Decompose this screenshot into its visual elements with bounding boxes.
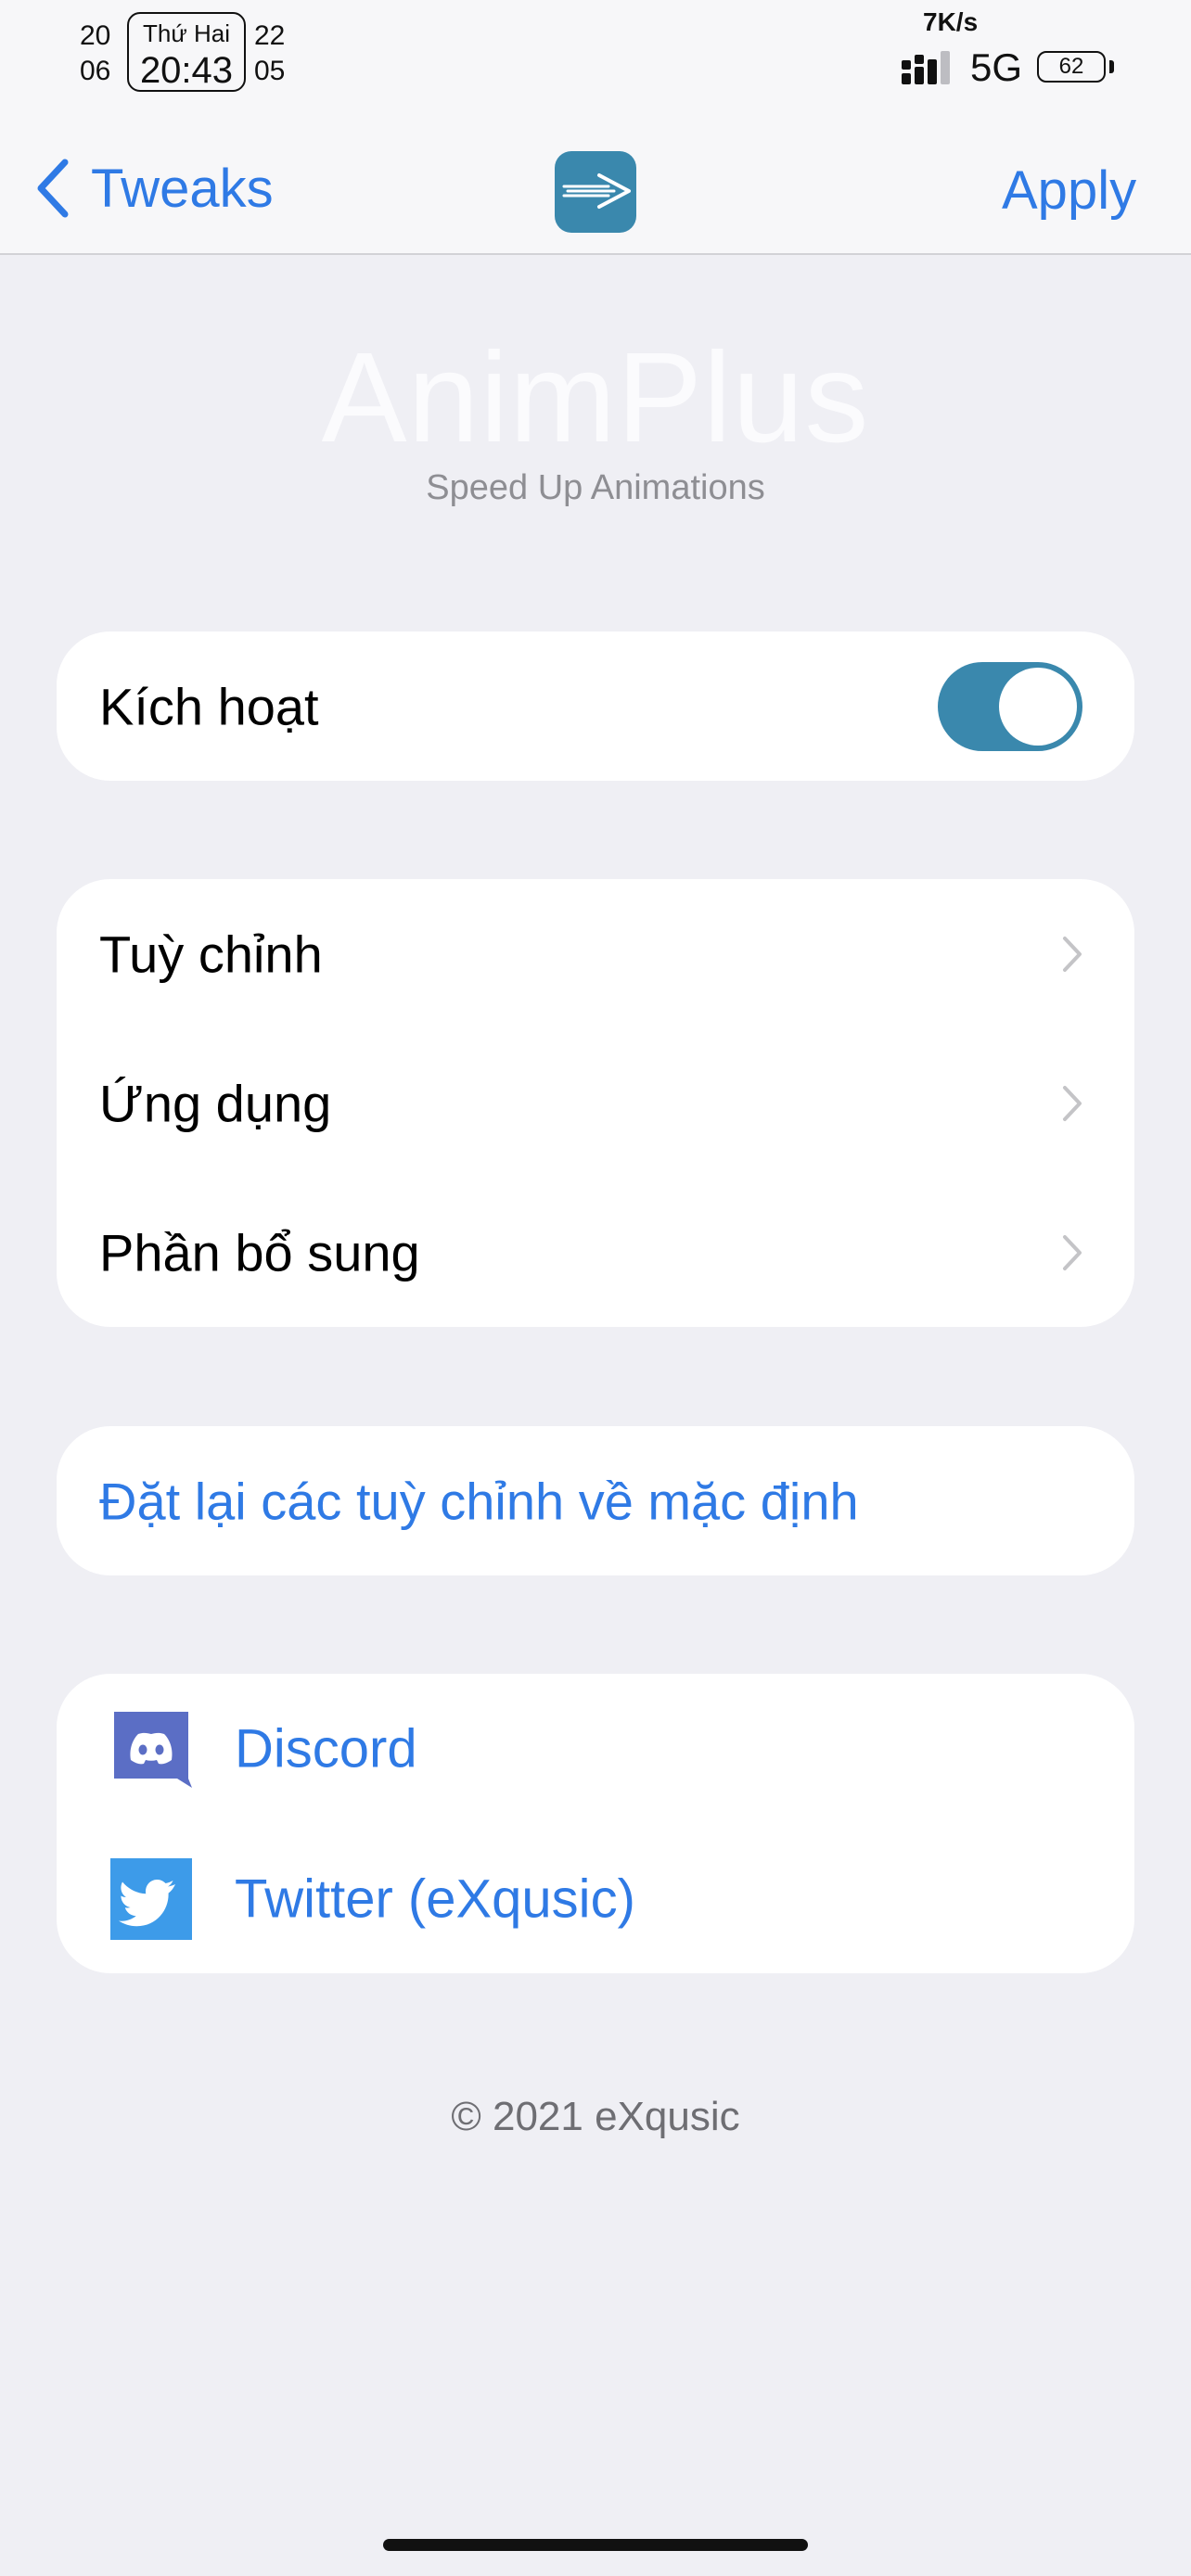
menu-card: Tuỳ chỉnh Ứng dụng Phần bổ sung [57,879,1134,1327]
status-net-speed: 7K/s [923,7,979,36]
enable-toggle[interactable] [938,662,1082,751]
status-lunar-month: 05 [254,56,286,86]
back-label: Tweaks [91,158,274,219]
twitter-icon [110,1857,192,1940]
app-title: AnimPlus [321,326,870,469]
discord-label: Discord [235,1718,417,1779]
chevron-right-icon [1063,1085,1082,1121]
status-lunar-day: 22 [254,20,286,51]
menu-item-customize[interactable]: Tuỳ chỉnh [57,879,1134,1028]
menu-item-label: Ứng dụng [99,1074,332,1132]
copyright-text: © 2021 eXqusic [451,2094,740,2139]
twitter-label: Twitter (eXqusic) [235,1868,635,1929]
chevron-left-icon [37,159,69,218]
battery-level: 62 [1058,54,1084,79]
links-card: Discord Twitter (eXqusic) [57,1674,1134,1973]
status-time: 20:43 [139,50,234,91]
enable-row: Kích hoạt [57,631,1134,781]
reset-button[interactable]: Đặt lại các tuỳ chỉnh về mặc định [57,1426,1134,1575]
chevron-right-icon [1063,1234,1082,1270]
enable-label: Kích hoạt [99,677,319,735]
top-bar: 20 06 Thứ Hai 20:43 22 05 7K/s 5G 62 Twe… [0,0,1191,255]
twitter-link[interactable]: Twitter (eXqusic) [57,1824,1134,1973]
menu-item-label: Phần bổ sung [99,1223,420,1282]
arrow-right-icon [562,173,631,209]
home-indicator[interactable] [383,2539,808,2551]
app-subtitle: Speed Up Animations [426,468,765,507]
status-date-day: 20 [80,20,111,51]
battery-icon: 62 [1037,51,1106,83]
discord-icon [114,1711,192,1788]
status-clock: Thứ Hai 20:43 [127,12,246,92]
reset-card: Đặt lại các tuỳ chỉnh về mặc định [57,1426,1134,1575]
status-network: 5G [970,45,1023,89]
reset-label: Đặt lại các tuỳ chỉnh về mặc định [99,1472,859,1530]
menu-item-extras[interactable]: Phần bổ sung [57,1178,1134,1327]
menu-item-label: Tuỳ chỉnh [99,925,323,983]
status-weekday: Thứ Hai [143,19,230,47]
battery-tip [1109,60,1114,73]
chevron-right-icon [1063,936,1082,972]
apply-button[interactable]: Apply [1002,159,1136,222]
app-logo [555,151,636,233]
back-button[interactable]: Tweaks [35,156,274,221]
discord-link[interactable]: Discord [57,1674,1134,1823]
enable-card: Kích hoạt [57,631,1134,781]
status-date-month: 06 [80,56,111,86]
signal-icon [902,51,950,84]
toggle-knob [999,668,1077,746]
menu-item-apps[interactable]: Ứng dụng [57,1028,1134,1178]
